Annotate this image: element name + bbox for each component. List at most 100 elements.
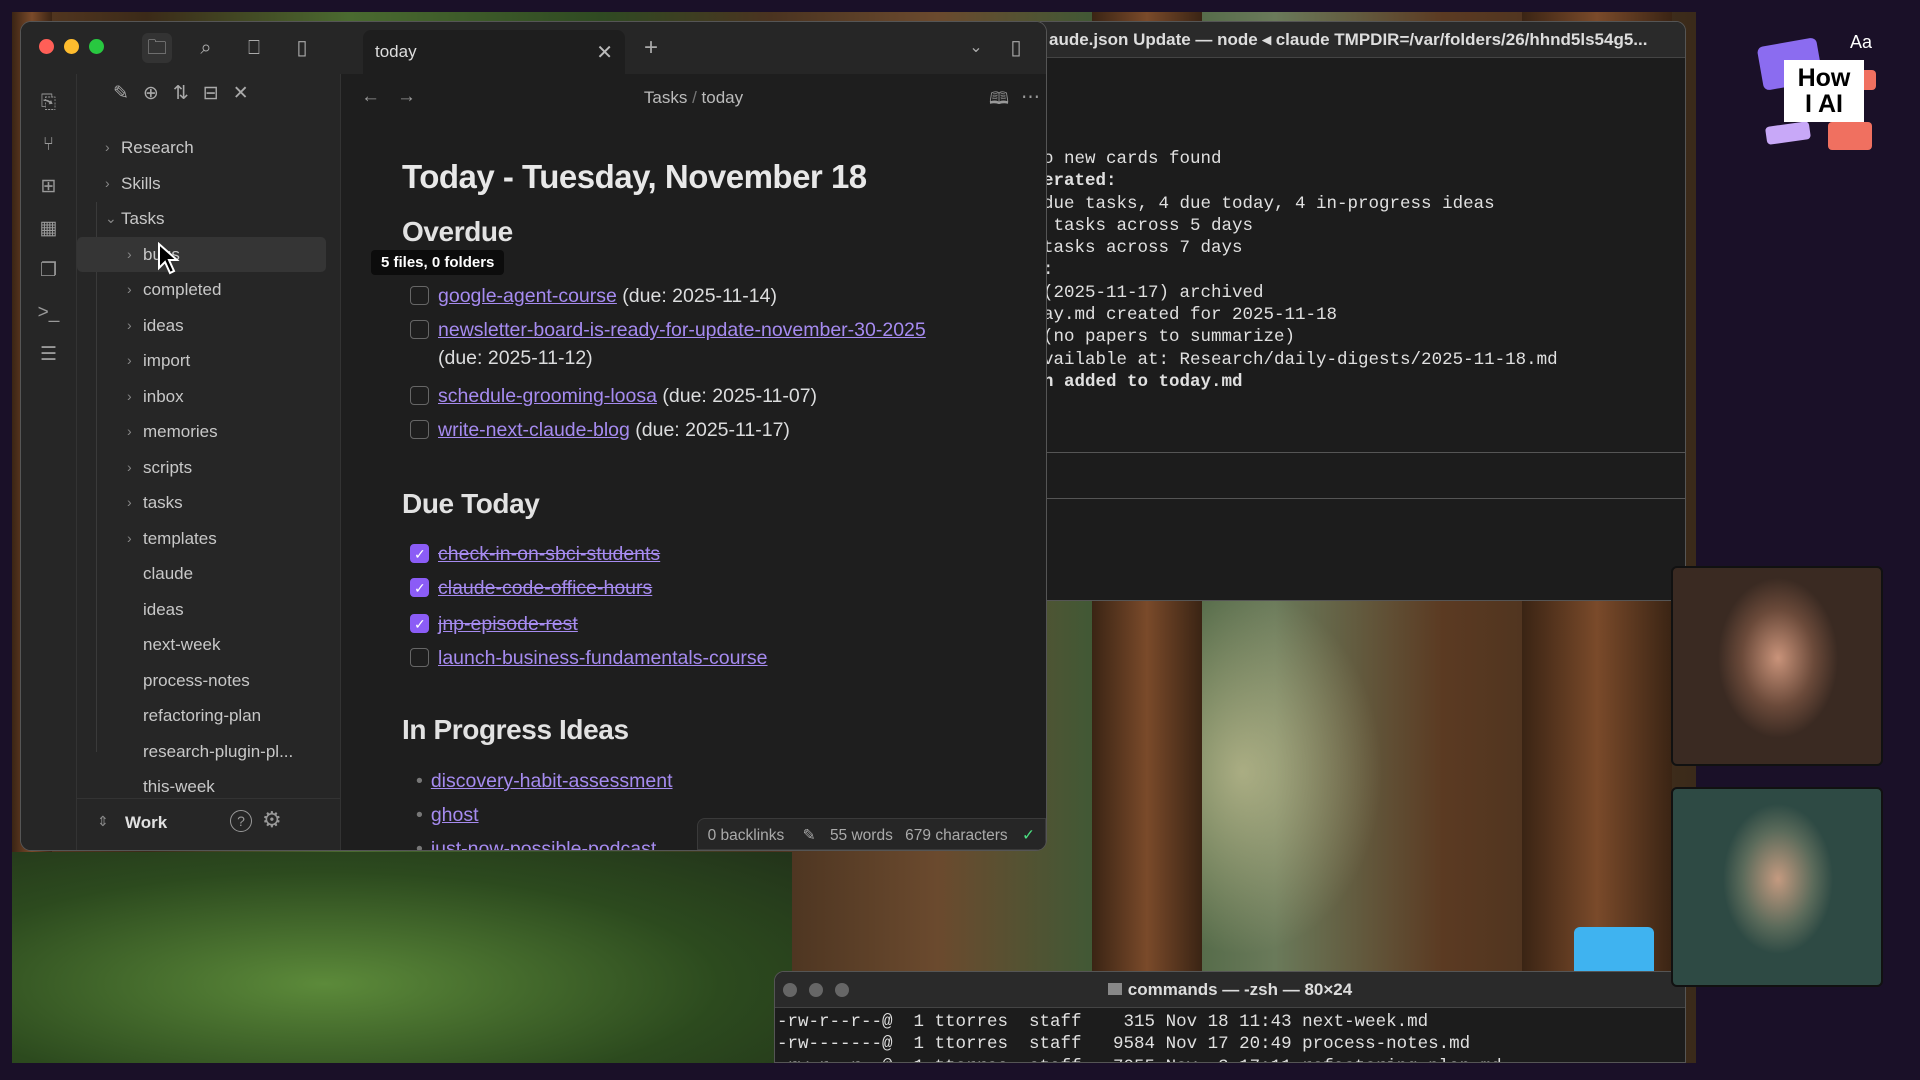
file-item-research-plugin-pl-[interactable]: research-plugin-pl... (77, 734, 340, 770)
more-options-icon[interactable]: ⋯ (1021, 86, 1040, 109)
task-checkbox[interactable] (410, 610, 429, 638)
vault-name[interactable]: Work (125, 813, 167, 833)
file-item-next-week[interactable]: next-week (77, 627, 340, 663)
task-item: write-next-claude-blog (due: 2025-11-17) (402, 416, 790, 444)
tab-today[interactable]: today ✕ (363, 30, 625, 74)
task-link[interactable]: newsletter-board-is-ready-for-update-nov… (438, 319, 926, 341)
breadcrumb-separator: / (692, 88, 697, 107)
breadcrumb-folder[interactable]: Tasks (644, 88, 687, 107)
maximize-window-button[interactable] (89, 39, 104, 54)
breadcrumb-file[interactable]: today (702, 88, 744, 107)
chevron-right-icon[interactable]: › (127, 450, 132, 486)
folder-item-templates[interactable]: › templates (77, 521, 340, 557)
file-item-claude[interactable]: claude (77, 556, 340, 592)
chevron-right-icon[interactable]: › (105, 166, 110, 202)
terminal-window-commands[interactable]: commands — -zsh — 80×24 -rw-r--r--@ 1 tt… (774, 971, 1686, 1063)
daily-note-calendar-icon[interactable]: ▦ (21, 208, 76, 250)
edit-mode-pencil-icon[interactable]: ✎ (803, 827, 816, 844)
sync-check-icon[interactable]: ✓ (1022, 827, 1035, 844)
chevron-right-icon[interactable]: › (127, 379, 132, 415)
task-link[interactable]: check-in-on-sbci-students (438, 543, 660, 565)
task-checkbox[interactable] (410, 320, 429, 339)
chevron-right-icon[interactable]: › (127, 485, 132, 521)
chevron-right-icon[interactable]: › (127, 272, 132, 308)
file-item-ideas[interactable]: ideas (77, 592, 340, 628)
search-icon[interactable]: ⌕ (191, 33, 221, 63)
collapse-all-icon[interactable]: ✕ (233, 82, 249, 118)
minimize-window-button[interactable] (64, 39, 79, 54)
folder-item-tasks[interactable]: › tasks (77, 485, 340, 521)
status-bar: 0 backlinks ✎ 55 words 679 characters ✓ (696, 818, 1046, 850)
tooltip: 5 files, 0 folders (371, 250, 505, 275)
chevron-right-icon[interactable]: › (127, 521, 132, 557)
task-checkbox[interactable] (410, 420, 429, 439)
task-link[interactable]: launch-business-fundamentals-course (438, 647, 768, 669)
backlinks-count[interactable]: 0 backlinks (708, 827, 785, 844)
sort-icon[interactable]: ⇅ (173, 82, 189, 118)
task-item: jnp-episode-rest (402, 610, 578, 638)
task-link[interactable]: write-next-claude-blog (438, 419, 630, 441)
settings-gear-icon[interactable]: ⚙ (262, 807, 282, 833)
folder-item-inbox[interactable]: › inbox (77, 379, 340, 415)
task-link[interactable]: google-agent-course (438, 285, 617, 307)
word-count: 55 words (829, 827, 893, 844)
idea-link[interactable]: just-now-possible-podcast (431, 838, 656, 850)
file-item-refactoring-plan[interactable]: refactoring-plan (77, 698, 340, 734)
idea-link[interactable]: ghost (431, 804, 479, 826)
terminal-title: aude.json Update — node ◂ claude TMPDIR=… (1041, 22, 1685, 58)
graph-view-icon[interactable]: ⑂ (21, 124, 76, 166)
tab-list-chevron-icon[interactable]: ⌄ (961, 33, 991, 63)
reading-view-icon[interactable]: 🕮 (989, 86, 1009, 115)
folder-item-scripts[interactable]: › scripts (77, 450, 340, 486)
task-checkbox[interactable] (410, 540, 429, 568)
command-palette-icon[interactable]: >_ (21, 292, 76, 334)
files-icon[interactable]: 🗀 (142, 33, 172, 63)
right-sidebar-toggle-icon[interactable]: ▯ (1001, 33, 1031, 63)
folder-item-Tasks[interactable]: ⌄ Tasks (77, 201, 340, 237)
chevron-right-icon[interactable]: › (105, 130, 110, 166)
quick-switcher-icon[interactable]: ⎘ (21, 82, 76, 124)
new-note-icon[interactable]: ✎ (113, 82, 129, 118)
chevron-right-icon[interactable]: › (127, 237, 132, 273)
chevron-right-icon[interactable]: › (127, 414, 132, 450)
tree-item-label: research-plugin-pl... (143, 741, 294, 761)
terminal-window-claude[interactable]: aude.json Update — node ◂ claude TMPDIR=… (1040, 21, 1686, 601)
auto-reveal-icon[interactable]: ⊟ (203, 82, 219, 118)
folder-item-ideas[interactable]: › ideas (77, 308, 340, 344)
task-due-date: (due: 2025-11-12) (438, 347, 593, 369)
vault-switch-icon[interactable]: ⇕ (97, 813, 109, 830)
bookmark-icon[interactable]: ⎕ (239, 33, 269, 63)
canvas-icon[interactable]: ⊞ (21, 166, 76, 208)
vault-switcher[interactable]: ⇕ Work ? ⚙ (77, 798, 340, 850)
task-link[interactable]: claude-code-office-hours (438, 577, 652, 599)
folder-item-memories[interactable]: › memories (77, 414, 340, 450)
bases-icon[interactable]: ☰ (21, 334, 76, 376)
task-checkbox[interactable] (410, 648, 429, 667)
folder-item-Skills[interactable]: › Skills (77, 166, 340, 202)
tree-item-label: memories (143, 422, 218, 441)
task-link[interactable]: jnp-episode-rest (438, 613, 578, 635)
new-folder-icon[interactable]: ⊕ (143, 82, 159, 118)
close-tab-icon[interactable]: ✕ (596, 40, 613, 65)
chevron-down-icon[interactable]: ⌄ (105, 201, 117, 237)
idea-link[interactable]: discovery-habit-assessment (431, 770, 673, 792)
templates-icon[interactable]: ❐ (21, 250, 76, 292)
chevron-right-icon[interactable]: › (127, 343, 132, 379)
task-link[interactable]: schedule-grooming-loosa (438, 385, 657, 407)
close-window-button[interactable] (39, 39, 54, 54)
task-checkbox[interactable] (410, 386, 429, 405)
task-checkbox[interactable] (410, 574, 429, 602)
sidebar-toggle-icon[interactable]: ▯ (287, 33, 317, 63)
folder-item-import[interactable]: › import (77, 343, 340, 379)
folder-item-Research[interactable]: › Research (77, 130, 340, 166)
help-icon[interactable]: ? (230, 810, 252, 832)
folder-item-completed[interactable]: › completed (77, 272, 340, 308)
new-tab-icon[interactable]: + (636, 33, 666, 63)
idea-list-item: discovery-habit-assessment (416, 767, 673, 795)
chevron-right-icon[interactable]: › (127, 308, 132, 344)
task-item: google-agent-course (due: 2025-11-14) (402, 282, 777, 310)
task-checkbox[interactable] (410, 286, 429, 305)
folder-item-bugs[interactable]: ›bugs (77, 236, 326, 273)
tree-item-label: import (143, 351, 191, 370)
file-item-process-notes[interactable]: process-notes (77, 663, 340, 699)
